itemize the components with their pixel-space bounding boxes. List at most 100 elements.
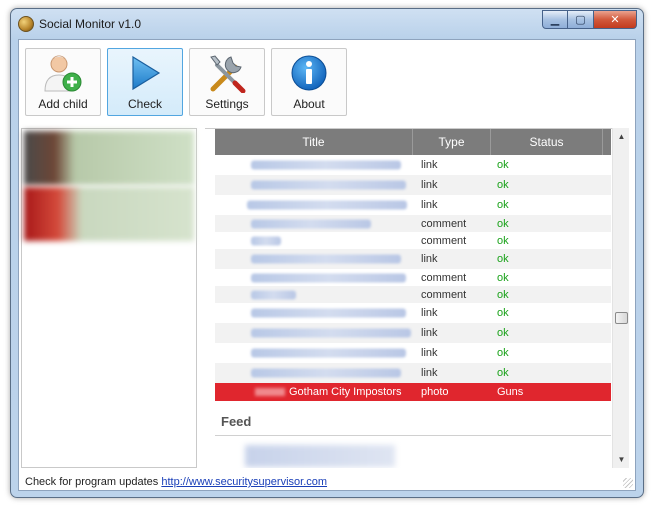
row-title bbox=[215, 363, 413, 383]
settings-button[interactable]: Settings bbox=[189, 48, 265, 116]
table-row[interactable]: comment ok bbox=[215, 215, 611, 232]
tools-icon bbox=[205, 53, 249, 94]
add-child-label: Add child bbox=[38, 97, 88, 111]
scroll-thumb[interactable] bbox=[615, 312, 628, 324]
client-area: Add child Check Settings About Title Typ… bbox=[18, 39, 636, 491]
close-button[interactable]: ✕ bbox=[594, 10, 637, 29]
row-title bbox=[215, 286, 413, 303]
table-row[interactable]: link ok bbox=[215, 175, 611, 195]
toolbar: Add child Check Settings About bbox=[25, 48, 347, 116]
about-label: About bbox=[293, 97, 325, 111]
table-row[interactable]: link ok bbox=[215, 363, 611, 383]
redacted-title bbox=[251, 308, 406, 318]
row-status: Guns bbox=[497, 386, 524, 398]
add-child-button[interactable]: Add child bbox=[25, 48, 101, 116]
column-status[interactable]: Status bbox=[491, 129, 603, 155]
settings-label: Settings bbox=[205, 97, 249, 111]
feed-heading: Feed bbox=[221, 414, 252, 429]
app-window: Social Monitor v1.0 ▁ ▢ ✕ Add child Chec… bbox=[10, 8, 644, 498]
redacted-prefix bbox=[255, 388, 285, 396]
child-avatar bbox=[24, 187, 194, 241]
flagged-title: Gotham City Impostors bbox=[289, 386, 402, 398]
vertical-scrollbar[interactable]: ▲ ▼ bbox=[612, 128, 629, 468]
table-row[interactable]: link ok bbox=[215, 195, 611, 215]
scroll-down-icon[interactable]: ▼ bbox=[613, 451, 630, 468]
maximize-button[interactable]: ▢ bbox=[568, 10, 594, 29]
row-type: comment bbox=[421, 271, 467, 284]
title-bar[interactable]: Social Monitor v1.0 ▁ ▢ ✕ bbox=[11, 9, 643, 39]
row-title bbox=[215, 303, 413, 323]
table-row[interactable]: link ok bbox=[215, 343, 611, 363]
update-link[interactable]: http://www.securitysupervisor.com bbox=[161, 476, 327, 488]
flagged-row[interactable]: Gotham City Impostors photo Guns bbox=[215, 383, 611, 401]
row-type: link bbox=[421, 199, 438, 211]
row-type: comment bbox=[421, 288, 467, 301]
check-button[interactable]: Check bbox=[107, 48, 183, 116]
row-type: link bbox=[421, 327, 438, 339]
row-type: comment bbox=[421, 217, 467, 230]
row-title bbox=[215, 195, 413, 215]
redacted-title bbox=[251, 180, 406, 190]
minimize-button[interactable]: ▁ bbox=[542, 10, 568, 29]
redacted-title bbox=[251, 348, 406, 358]
update-text: Check for program updates bbox=[25, 476, 162, 488]
row-status: ok bbox=[497, 234, 509, 247]
results-panel: Title Type Status link ok link ok link ok comm… bbox=[205, 128, 619, 468]
row-status: ok bbox=[497, 307, 509, 319]
row-title bbox=[215, 175, 413, 195]
children-list[interactable] bbox=[21, 128, 197, 468]
update-notice: Check for program updates http://www.sec… bbox=[25, 476, 327, 488]
row-title bbox=[215, 249, 413, 269]
row-status: ok bbox=[497, 347, 509, 359]
redacted-title bbox=[251, 368, 401, 378]
table-body: link ok link ok link ok comment ok comment ok link… bbox=[215, 155, 611, 401]
window-title: Social Monitor v1.0 bbox=[39, 17, 142, 31]
resize-grip[interactable] bbox=[623, 478, 633, 488]
add-user-icon bbox=[41, 53, 85, 93]
play-icon bbox=[123, 53, 167, 93]
row-type: link bbox=[421, 367, 438, 379]
row-title: Gotham City Impostors bbox=[215, 383, 413, 401]
table-row[interactable]: link ok bbox=[215, 303, 611, 323]
feed-divider bbox=[215, 435, 611, 436]
table-header: Title Type Status bbox=[215, 129, 611, 155]
table-row[interactable]: comment ok bbox=[215, 286, 611, 303]
row-type: link bbox=[421, 159, 438, 171]
row-type: link bbox=[421, 347, 438, 359]
row-status: ok bbox=[497, 288, 509, 301]
row-title bbox=[215, 343, 413, 363]
table-row[interactable]: comment ok bbox=[215, 232, 611, 249]
caption-buttons: ▁ ▢ ✕ bbox=[542, 10, 637, 29]
row-status: ok bbox=[497, 179, 509, 191]
row-title bbox=[215, 215, 413, 232]
table-row[interactable]: comment ok bbox=[215, 269, 611, 286]
feed-item[interactable] bbox=[245, 445, 395, 467]
row-status: ok bbox=[497, 367, 509, 379]
app-logo-icon bbox=[18, 16, 34, 32]
column-title[interactable]: Title bbox=[215, 129, 413, 155]
row-title bbox=[215, 155, 413, 175]
row-type: link bbox=[421, 179, 438, 191]
row-status: ok bbox=[497, 217, 509, 230]
table-row[interactable]: link ok bbox=[215, 155, 611, 175]
child-item[interactable] bbox=[24, 131, 194, 185]
row-type: comment bbox=[421, 234, 467, 247]
redacted-title bbox=[251, 290, 296, 299]
child-item[interactable] bbox=[24, 187, 194, 241]
row-status: ok bbox=[497, 253, 509, 265]
redacted-title bbox=[247, 200, 407, 210]
row-type: link bbox=[421, 307, 438, 319]
about-button[interactable]: About bbox=[271, 48, 347, 116]
row-status: ok bbox=[497, 271, 509, 284]
redacted-title bbox=[251, 160, 401, 170]
table-row[interactable]: link ok bbox=[215, 249, 611, 269]
column-type[interactable]: Type bbox=[413, 129, 491, 155]
row-status: ok bbox=[497, 159, 509, 171]
redacted-title bbox=[251, 273, 406, 282]
table-row[interactable]: link ok bbox=[215, 323, 611, 343]
row-type: link bbox=[421, 253, 438, 265]
scroll-up-icon[interactable]: ▲ bbox=[613, 128, 630, 145]
redacted-title bbox=[251, 236, 281, 245]
redacted-title bbox=[251, 219, 371, 228]
row-status: ok bbox=[497, 327, 509, 339]
